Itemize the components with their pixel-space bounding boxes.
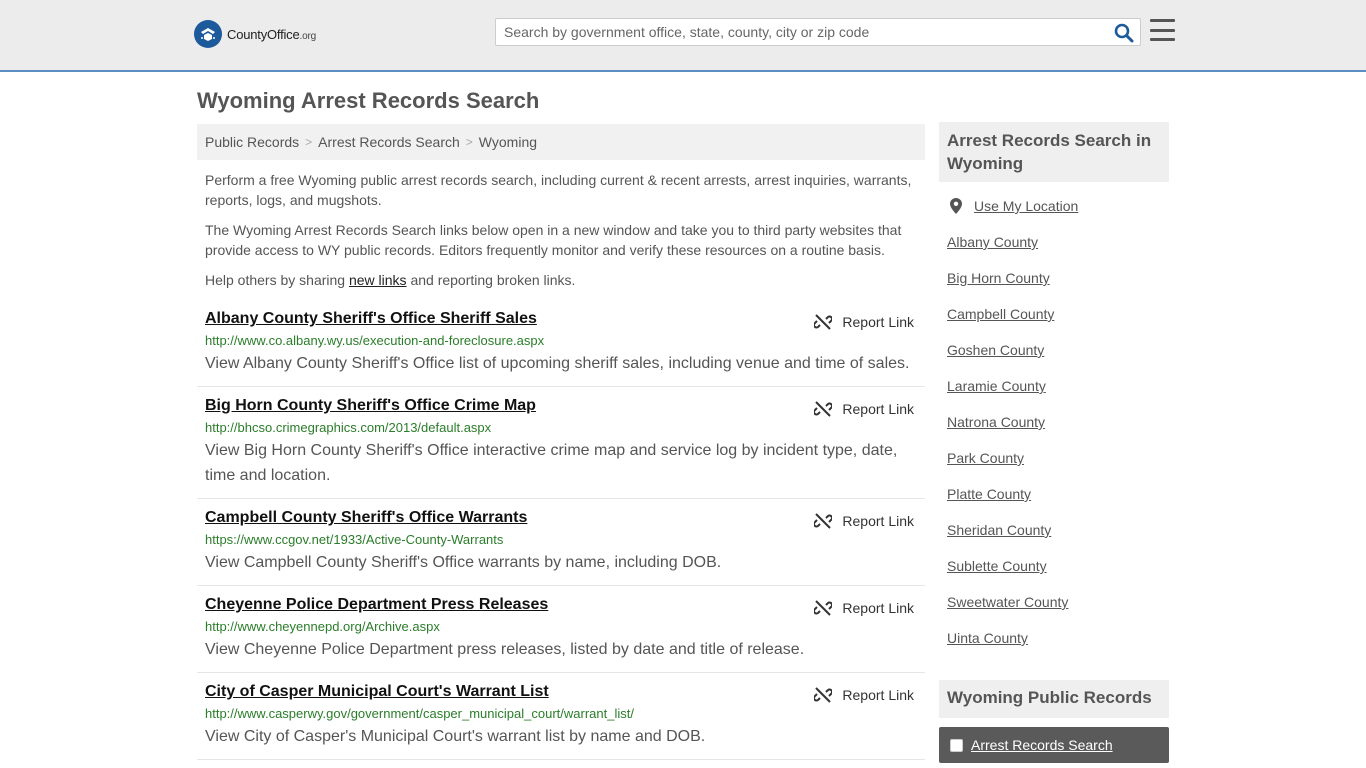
sidebar-item-goshen: Goshen County <box>947 342 1161 378</box>
listing-title-link[interactable]: Cheyenne Police Department Press Release… <box>205 596 548 614</box>
report-link-button[interactable]: Report Link <box>814 400 914 418</box>
listing-title-link[interactable]: Big Horn County Sheriff's Office Crime M… <box>205 397 536 415</box>
listing-item: Albany County Sheriff's Office Sheriff S… <box>197 300 925 387</box>
listings: Albany County Sheriff's Office Sheriff S… <box>197 300 925 760</box>
sidebar-item-laramie: Laramie County <box>947 378 1161 414</box>
county-link[interactable]: Uinta County <box>947 630 1028 646</box>
sidebar-heading-public-records: Wyoming Public Records <box>939 680 1169 718</box>
logo-wordmark: CountyOffice.org <box>227 27 316 42</box>
search-bar <box>495 18 1141 46</box>
report-link-button[interactable]: Report Link <box>814 599 914 617</box>
site-logo[interactable]: CountyOffice.org <box>194 20 316 48</box>
intro-paragraph-3: Help others by sharing new links and rep… <box>205 270 920 290</box>
listing-description: View City of Casper's Municipal Court's … <box>205 728 706 745</box>
sidebar-item-albany: Albany County <box>947 234 1161 270</box>
listing-item: City of Casper Municipal Court's Warrant… <box>197 673 925 760</box>
report-link-button[interactable]: Report Link <box>814 686 914 704</box>
county-link[interactable]: Park County <box>947 450 1024 466</box>
sidebar-item-sublette: Sublette County <box>947 558 1161 594</box>
hamburger-menu-icon[interactable] <box>1150 19 1175 41</box>
sidebar-item-park: Park County <box>947 450 1161 486</box>
listing-item: Big Horn County Sheriff's Office Crime M… <box>197 387 925 499</box>
listing-url: https://www.ccgov.net/1933/Active-County… <box>205 532 504 547</box>
county-link[interactable]: Sheridan County <box>947 522 1051 538</box>
use-location-item: Use My Location <box>947 198 1161 234</box>
listing-url: http://www.cheyennepd.org/Archive.aspx <box>205 619 440 634</box>
report-link-label: Report Link <box>842 401 914 417</box>
listing-description: View Albany County Sheriff's Office list… <box>205 355 910 372</box>
county-link[interactable]: Sublette County <box>947 558 1047 574</box>
sidebar-item-natrona: Natrona County <box>947 414 1161 450</box>
sidebar-item-arrest-records-search[interactable]: Arrest Records Search <box>939 727 1169 763</box>
report-link-label: Report Link <box>842 314 914 330</box>
listing-item: Cheyenne Police Department Press Release… <box>197 586 925 673</box>
arrest-records-search-link[interactable]: Arrest Records Search <box>971 737 1113 753</box>
intro-p3-text: Help others by sharing <box>205 272 349 288</box>
sidebar-item-platte: Platte County <box>947 486 1161 522</box>
broken-link-icon <box>814 314 833 330</box>
county-link[interactable]: Big Horn County <box>947 270 1050 286</box>
county-link[interactable]: Albany County <box>947 234 1038 250</box>
use-my-location-link[interactable]: Use My Location <box>974 198 1078 214</box>
listing-description: View Cheyenne Police Department press re… <box>205 641 805 658</box>
breadcrumb-wyoming[interactable]: Wyoming <box>479 134 537 150</box>
broken-link-icon <box>814 513 833 529</box>
breadcrumb: Public Records > Arrest Records Search >… <box>197 124 925 160</box>
report-link-label: Report Link <box>842 600 914 616</box>
intro-text: Perform a free Wyoming public arrest rec… <box>205 170 920 300</box>
page-title: Wyoming Arrest Records Search <box>197 88 540 113</box>
site-header: CountyOffice.org <box>0 0 1366 72</box>
report-link-label: Report Link <box>842 687 914 703</box>
search-input[interactable] <box>496 19 1096 45</box>
sidebar-item-campbell: Campbell County <box>947 306 1161 342</box>
listing-title-link[interactable]: Albany County Sheriff's Office Sheriff S… <box>205 310 537 328</box>
intro-paragraph-2: The Wyoming Arrest Records Search links … <box>205 222 902 258</box>
county-link[interactable]: Platte County <box>947 486 1031 502</box>
listing-title-link[interactable]: City of Casper Municipal Court's Warrant… <box>205 683 549 701</box>
map-marker-icon <box>950 198 962 214</box>
sidebar: Arrest Records Search in Wyoming Use My … <box>939 122 1169 763</box>
breadcrumb-separator: > <box>305 135 313 149</box>
search-icon[interactable] <box>1114 23 1134 43</box>
listing-description: View Campbell County Sheriff's Office wa… <box>205 554 722 571</box>
listing-url: http://www.co.albany.wy.us/execution-and… <box>205 333 545 348</box>
sidebar-item-big-horn: Big Horn County <box>947 270 1161 306</box>
intro-paragraph-1: Perform a free Wyoming public arrest rec… <box>205 172 912 208</box>
logo-org-text: .org <box>299 30 317 42</box>
listing-item: Campbell County Sheriff's Office Warrant… <box>197 499 925 586</box>
logo-main-text: CountyOffice <box>227 26 300 42</box>
county-link[interactable]: Campbell County <box>947 306 1054 322</box>
report-link-button[interactable]: Report Link <box>814 313 914 331</box>
broken-link-icon <box>814 600 833 616</box>
logo-emblem-icon <box>194 20 222 48</box>
county-link[interactable]: Natrona County <box>947 414 1045 430</box>
sidebar-heading: Arrest Records Search in Wyoming <box>939 122 1169 182</box>
listing-url: http://www.casperwy.gov/government/caspe… <box>205 706 634 721</box>
checkbox-icon <box>950 738 963 752</box>
listing-url: http://bhcso.crimegraphics.com/2013/defa… <box>205 420 492 435</box>
broken-link-icon <box>814 401 833 417</box>
broken-link-icon <box>814 687 833 703</box>
sidebar-item-sweetwater: Sweetwater County <box>947 594 1161 630</box>
new-links-link[interactable]: new links <box>349 272 407 288</box>
listing-title-link[interactable]: Campbell County Sheriff's Office Warrant… <box>205 509 527 527</box>
sidebar-item-sheridan: Sheridan County <box>947 522 1161 558</box>
report-link-label: Report Link <box>842 513 914 529</box>
intro-p3-text-end: and reporting broken links. <box>406 272 576 288</box>
county-list: Use My Location Albany County Big Horn C… <box>939 198 1169 666</box>
breadcrumb-public-records[interactable]: Public Records <box>205 134 299 150</box>
county-link[interactable]: Laramie County <box>947 378 1046 394</box>
report-link-button[interactable]: Report Link <box>814 512 914 530</box>
county-link[interactable]: Goshen County <box>947 342 1044 358</box>
listing-description: View Big Horn County Sheriff's Office in… <box>205 442 898 484</box>
sidebar-item-uinta: Uinta County <box>947 630 1161 666</box>
county-link[interactable]: Sweetwater County <box>947 594 1068 610</box>
breadcrumb-separator: > <box>465 135 473 149</box>
breadcrumb-arrest-records-search[interactable]: Arrest Records Search <box>318 134 460 150</box>
